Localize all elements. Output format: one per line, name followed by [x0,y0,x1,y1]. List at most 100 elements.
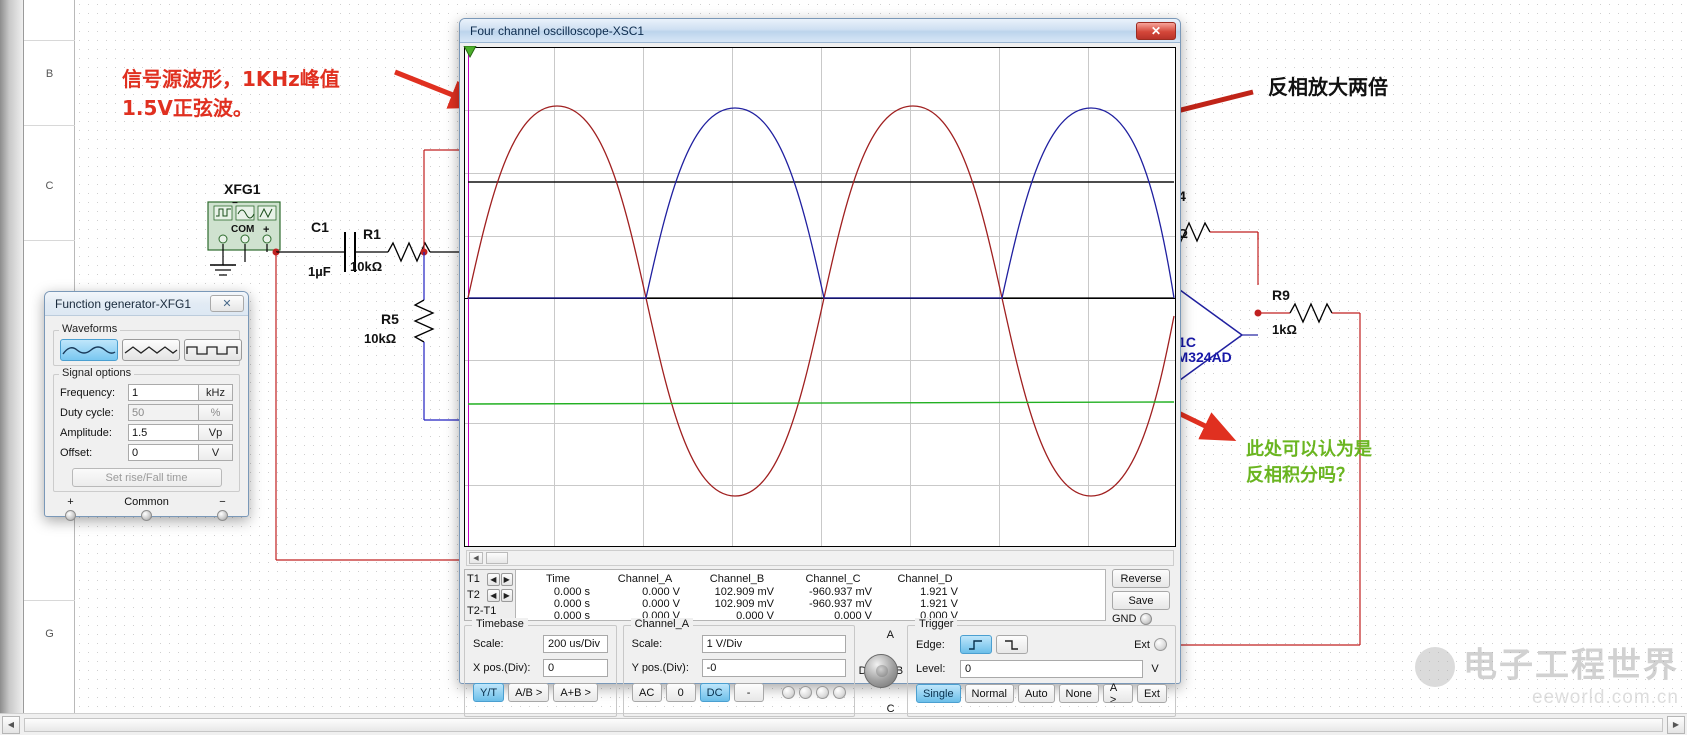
mode-apb-button[interactable]: A+B > [553,683,598,702]
terminal-minus[interactable]: − [217,496,228,521]
offset-input[interactable]: 0 [128,444,199,461]
terminal-plus[interactable]: + [65,496,76,521]
set-rise-fall-time-button[interactable]: Set rise/Fall time [71,468,222,487]
function-generator-titlebar[interactable]: Function generator-XFG1 ✕ [45,292,248,316]
measurement-header-row: Time Channel_A Channel_B Channel_C Chann… [516,571,968,586]
cursor-delta-label: T2-T1 [467,605,497,617]
cursor-t1-left-arrow-icon[interactable]: ◀ [487,572,500,586]
amplitude-unit[interactable]: Vp [199,424,233,441]
channel-a-coupling-row: AC 0 DC - [631,683,846,702]
duty-cycle-row: Duty cycle: 50 % [60,404,233,421]
frequency-input[interactable]: 1 [128,384,199,401]
function-generator-window[interactable]: Function generator-XFG1 ✕ Waveforms Sign… [44,291,249,521]
trigger-level-row: Level: 0 V [916,660,1167,678]
column-channel-c: Channel_C [805,572,861,585]
screen-scroll-thumb[interactable] [486,552,508,564]
trigger-none-button[interactable]: None [1058,684,1099,703]
terminal-minus-dot-icon[interactable] [217,510,228,521]
scroll-left-arrow-icon[interactable]: ◀ [2,715,20,734]
screen-hscrollbar[interactable]: ◀ [466,550,1174,566]
oscilloscope-titlebar[interactable]: Four channel oscilloscope-XSC1 ✕ [460,19,1180,43]
close-icon[interactable]: ✕ [210,295,244,312]
gnd-row: GND [1112,613,1176,625]
cell-t2-channel-b: 102.909 mV [714,598,774,610]
channel-a-ypos-input[interactable]: -0 [701,659,846,677]
mode-yt-button[interactable]: Y/T [473,683,505,702]
part-value-r9: 1kΩ [1272,322,1297,337]
oscilloscope-screen[interactable] [463,46,1176,547]
timebase-legend: Timebase [472,618,528,630]
xfg-terminal-minus: − [232,198,238,209]
cursor-t1-label: T1 [467,573,480,585]
channel-a-scale-input[interactable]: 1 V/Div [701,635,846,653]
terminal-common-dot-icon[interactable] [141,510,152,521]
trigger-auto-button[interactable]: Auto [1017,684,1055,703]
column-channel-b: Channel_B [709,572,765,585]
coupling-ac-button[interactable]: AC [631,683,662,702]
cursor-t1-right-arrow-icon[interactable]: ▶ [500,572,513,586]
amplitude-input[interactable]: 1.5 [128,424,199,441]
cell-t1-channel-b: 102.909 mV [714,586,774,598]
signal-options-group: Signal options Frequency: 1 kHz Duty cyc… [53,367,240,492]
mode-ab-button[interactable]: A/B > [508,683,550,702]
probe-radio-3[interactable] [815,686,829,699]
terminal-plus-dot-icon[interactable] [65,510,76,521]
frequency-unit[interactable]: kHz [199,384,233,401]
square-wave-button[interactable] [184,339,242,361]
offset-row: Offset: 0 V [60,444,233,461]
table-row: 0.000 s 0.000 V 102.909 mV -960.937 mV 1… [516,598,968,610]
trigger-normal-button[interactable]: Normal [964,684,1014,703]
control-strip: Timebase Scale: 200 us/Div X pos.(Div): … [464,618,1176,717]
trigger-source-a-button[interactable]: A > [1102,682,1133,706]
part-label-r9: R9 [1272,287,1290,303]
probe-radio-4[interactable] [832,686,846,699]
rising-edge-icon[interactable] [960,635,993,654]
falling-edge-icon[interactable] [996,635,1029,654]
timebase-scale-input[interactable]: 200 us/Div [543,635,608,653]
gnd-terminal-icon[interactable] [1140,613,1153,625]
trigger-group: Trigger Edge: Ext Level: 0 V Single Norm… [907,618,1176,717]
trigger-single-button[interactable]: Single [916,684,961,703]
part-label-r1: R1 [363,226,381,242]
dial-label-c: C [886,703,895,715]
oscilloscope-window[interactable]: Four channel oscilloscope-XSC1 ✕ ◀ T1 ◀ … [459,18,1181,717]
oscilloscope-traces [467,105,1175,497]
probe-radio-2[interactable] [798,686,812,699]
waveform-button-row [60,339,242,361]
cursor-t2-left-arrow-icon[interactable]: ◀ [487,588,500,602]
function-generator-title: Function generator-XFG1 [55,296,192,311]
offset-label: Offset: [60,446,93,459]
measurement-panel: T1 ◀ ▶ T2 ◀ ▶ T2-T1 Time Channel_A Chann… [464,569,1176,625]
duty-cycle-input[interactable]: 50 [128,404,199,421]
trigger-source-ext-button[interactable]: Ext [1137,684,1167,703]
coupling-zero-button[interactable]: 0 [665,683,696,702]
trigger-ext-radio[interactable] [1154,638,1167,651]
save-button[interactable]: Save [1112,591,1170,610]
column-channel-d: Channel_D [897,572,953,585]
scroll-right-arrow-icon[interactable]: ▶ [1667,715,1685,734]
cursor-row-t2[interactable]: T2 ◀ ▶ [467,587,513,603]
table-row: 0.000 s 0.000 V 0.000 V 0.000 V 0.000 V [516,610,968,620]
terminal-common-label: Common [124,496,169,508]
timebase-scale-label: Scale: [473,638,504,650]
trigger-level-unit: V [1151,663,1159,675]
part-value-r5: 10kΩ [364,331,397,346]
cursor-row-t1[interactable]: T1 ◀ ▶ [467,571,513,587]
terminal-common[interactable]: Common [124,496,169,521]
close-icon[interactable]: ✕ [1136,21,1176,40]
trigger-level-input[interactable]: 0 [960,660,1143,678]
timebase-xpos-input[interactable]: 0 [543,659,608,677]
trigger-ext-label: Ext [1134,638,1150,651]
channel-selector-dial[interactable]: A B C D [859,625,903,717]
triangle-wave-button[interactable] [122,339,180,361]
probe-radio-1[interactable] [781,686,795,699]
coupling-dc-button[interactable]: DC [699,683,730,702]
offset-unit[interactable]: V [199,444,233,461]
cell-t2-time: 0.000 s [553,598,590,610]
reverse-button[interactable]: Reverse [1112,569,1170,588]
coupling-none-button[interactable]: - [733,683,764,702]
dial-knob[interactable] [863,654,898,688]
cursor-t2-right-arrow-icon[interactable]: ▶ [500,588,513,602]
sine-wave-button[interactable] [60,339,118,361]
screen-scroll-left-arrow-icon[interactable]: ◀ [469,552,483,564]
